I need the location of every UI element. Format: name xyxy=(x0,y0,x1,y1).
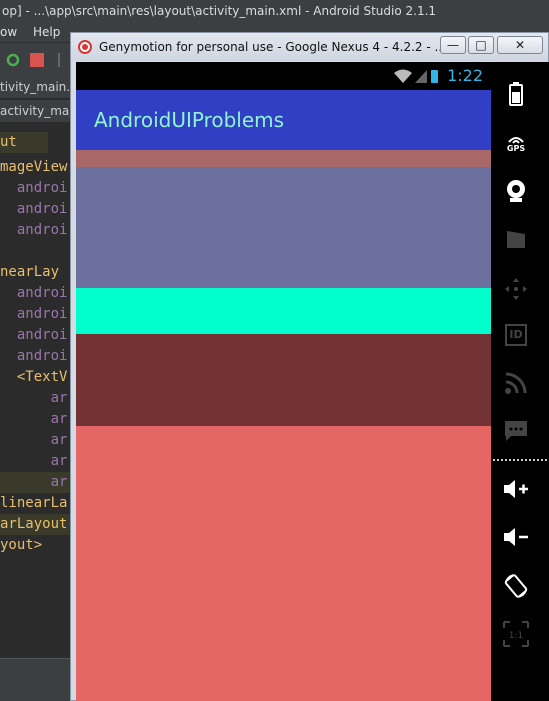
android-studio-titlebar: op] - ...\app\src\main\res\layout\activi… xyxy=(0,0,549,22)
code-line: <TextV xyxy=(0,369,68,385)
genymotion-logo-icon xyxy=(78,40,92,54)
rotate-icon[interactable] xyxy=(501,571,531,601)
minimize-button[interactable]: — xyxy=(440,36,466,54)
message-icon[interactable] xyxy=(501,416,531,446)
android-studio-bottom-panel xyxy=(0,658,75,701)
id-label: ID xyxy=(505,324,527,346)
app-title: AndroidUIProblems xyxy=(94,108,285,132)
code-line: ut xyxy=(0,132,48,153)
close-button[interactable]: ✕ xyxy=(497,36,543,54)
device-screen[interactable]: 1:22 AndroidUIProblems xyxy=(76,62,491,701)
code-line: linearLa xyxy=(0,495,68,511)
webcam-icon[interactable] xyxy=(501,176,531,206)
toolbar-separator xyxy=(58,53,60,67)
genymotion-titlebar[interactable]: Genymotion for personal use - Google Nex… xyxy=(71,33,548,61)
code-line: mageView xyxy=(0,159,68,175)
scale-label: 1:1 xyxy=(509,631,523,641)
code-line: yout> xyxy=(0,537,43,553)
genymotion-title: Genymotion for personal use - Google Nex… xyxy=(99,40,446,54)
status-icons xyxy=(394,69,438,83)
code-line: ar xyxy=(0,411,68,427)
clapperboard-icon[interactable] xyxy=(501,224,531,254)
rss-icon[interactable] xyxy=(501,368,531,398)
layout-strip xyxy=(76,150,491,167)
signal-icon xyxy=(415,70,427,83)
dpad-icon[interactable] xyxy=(501,274,531,304)
gps-icon[interactable]: GPS xyxy=(501,128,531,158)
maximize-button[interactable]: □ xyxy=(468,36,494,54)
code-line: nearLay xyxy=(0,264,60,280)
code-editor[interactable]: ut mageView androi androi androi nearLay… xyxy=(0,124,75,658)
code-line: androi xyxy=(0,327,68,343)
volume-up-icon[interactable] xyxy=(501,474,531,504)
text-view-area xyxy=(76,334,491,426)
code-line: androi xyxy=(0,348,68,364)
code-line: ar xyxy=(0,390,68,406)
action-bar: AndroidUIProblems xyxy=(76,90,491,150)
code-line: androi xyxy=(0,201,68,217)
menu-item-window[interactable]: ow xyxy=(0,25,17,39)
gps-label: GPS xyxy=(506,143,526,153)
structure-tab-activity-main[interactable]: activity_main xyxy=(0,100,80,122)
code-line: ar xyxy=(0,453,68,469)
genymotion-sidebar: GPS ID 1:1 xyxy=(491,62,549,701)
stop-icon[interactable] xyxy=(30,53,44,67)
status-bar: 1:22 xyxy=(76,62,491,90)
code-line: androi xyxy=(0,180,68,196)
code-line: arLayout xyxy=(0,514,75,535)
code-line: androi xyxy=(0,306,68,322)
status-time: 1:22 xyxy=(447,66,483,85)
menu-item-help[interactable]: Help xyxy=(33,25,60,39)
desktop: op] - ...\app\src\main\res\layout\activi… xyxy=(0,0,549,701)
sidebar-divider xyxy=(493,459,547,461)
battery-icon[interactable] xyxy=(501,79,531,109)
editor-tab-activity-main[interactable]: tivity_main.xm xyxy=(0,76,80,98)
background-area xyxy=(76,426,491,701)
volume-down-icon[interactable] xyxy=(501,522,531,552)
linear-layout-aqua xyxy=(76,288,491,334)
wifi-icon xyxy=(394,69,412,83)
sync-icon[interactable] xyxy=(6,53,20,67)
code-line: androi xyxy=(0,222,68,238)
code-line: ar xyxy=(0,432,68,448)
id-icon[interactable]: ID xyxy=(501,320,531,350)
scale-icon[interactable]: 1:1 xyxy=(501,619,531,649)
code-line: androi xyxy=(0,285,68,301)
code-line: ar xyxy=(0,472,75,493)
battery-status-icon xyxy=(431,70,438,83)
image-view-area xyxy=(76,167,491,288)
